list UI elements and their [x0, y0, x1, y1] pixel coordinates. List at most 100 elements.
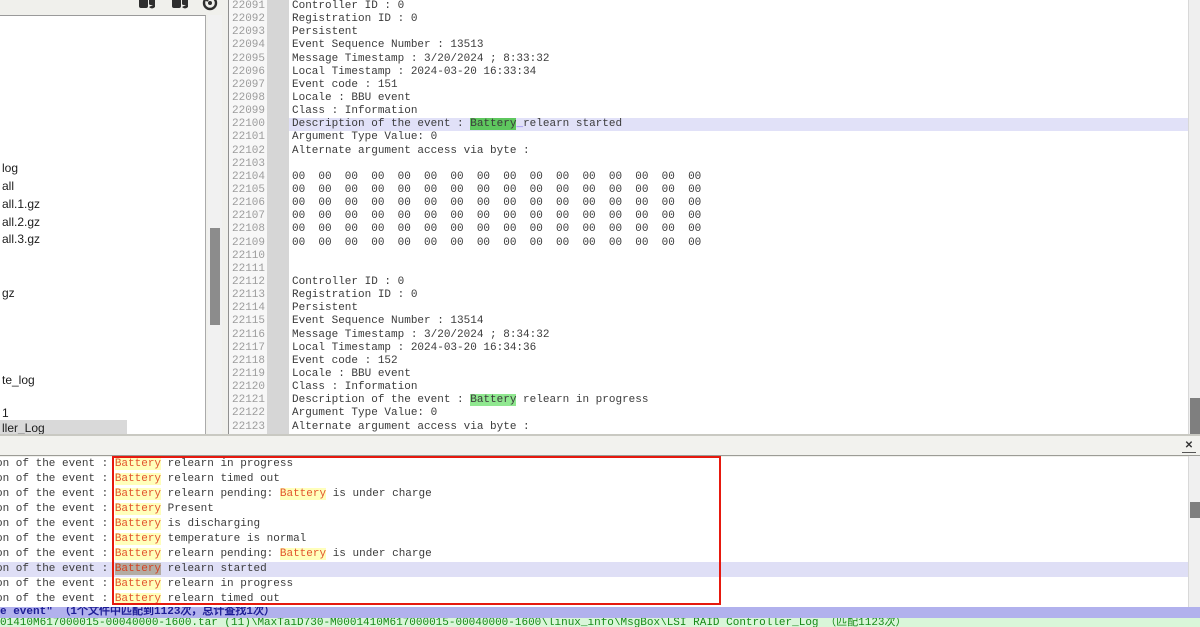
gutter-margin: [267, 0, 289, 13]
search-result-row[interactable]: on of the event : Battery is discharging: [0, 517, 1188, 532]
search-result-row[interactable]: on of the event : Battery relearn timed …: [0, 472, 1188, 487]
line-number: 22101: [229, 131, 267, 144]
results-scrollbar-thumb[interactable]: [1190, 502, 1200, 518]
file-tree-item[interactable]: all.3.gz: [0, 231, 40, 248]
file-tree-item[interactable]: ller_Log: [0, 420, 127, 434]
log-line: 22092 Registration ID : 0: [229, 13, 1188, 26]
line-text: Event Sequence Number : 13514: [289, 315, 1188, 328]
search-result-row[interactable]: on of the event : Battery relearn timed …: [0, 592, 1188, 607]
line-text: [289, 158, 1188, 171]
line-number: 22092: [229, 13, 267, 26]
gutter-margin: [267, 105, 289, 118]
file-tree-item[interactable]: log: [0, 160, 18, 177]
result-prefix: on of the event :: [0, 473, 115, 485]
line-number: 22105: [229, 184, 267, 197]
line-text: Controller ID : 0: [289, 0, 1188, 13]
log-line: 22096Local Timestamp : 2024-03-20 16:33:…: [229, 66, 1188, 79]
search-results-panel: on of the event : Battery relearn in pro…: [0, 457, 1188, 607]
export-log-2-icon[interactable]: [171, 0, 190, 12]
line-number: 22117: [229, 342, 267, 355]
search-result-row[interactable]: on of the event : Battery relearn pendin…: [0, 547, 1188, 562]
sidebar-scrollbar-thumb[interactable]: [210, 228, 220, 325]
line-number: 22094: [229, 39, 267, 52]
search-result-row[interactable]: on of the event : Battery relearn starte…: [0, 562, 1188, 577]
file-tree-item[interactable]: all: [0, 178, 14, 195]
line-text: Controller ID : 0: [289, 276, 1188, 289]
file-tree-item[interactable]: all.1.gz: [0, 196, 40, 213]
gutter-margin: [267, 131, 289, 144]
line-text: 00 00 00 00 00 00 00 00 00 00 00 00 00 0…: [289, 184, 1188, 197]
line-text: 00 00 00 00 00 00 00 00 00 00 00 00 00 0…: [289, 210, 1188, 223]
search-result-row[interactable]: on of the event : Battery relearn pendin…: [0, 487, 1188, 502]
log-line: 22091Controller ID : 0: [229, 0, 1188, 13]
line-number: 22102: [229, 145, 267, 158]
log-line: 22094Event Sequence Number : 13513: [229, 39, 1188, 52]
gutter-margin: [267, 237, 289, 250]
file-tree-item[interactable]: all.2.gz: [0, 214, 40, 231]
line-number: 22111: [229, 263, 267, 276]
line-number: 22093: [229, 26, 267, 39]
gutter-margin: [267, 315, 289, 328]
result-match: Battery: [115, 518, 161, 530]
locate-icon[interactable]: [200, 0, 220, 12]
log-line: 22093Persistent: [229, 26, 1188, 39]
line-text: Class : Information: [289, 105, 1188, 118]
gutter-margin: [267, 407, 289, 420]
log-line: 22121Description of the event : Battery …: [229, 394, 1188, 407]
log-line: 22117 Local Timestamp : 2024-03-20 16:34:…: [229, 342, 1188, 355]
panel-divider[interactable]: ✕: [0, 434, 1200, 456]
gutter-margin: [267, 276, 289, 289]
line-text: Description of the event : Battery relea…: [289, 394, 1188, 407]
line-text: Local Timestamp : 2024-03-20 16:34:36: [289, 342, 1188, 355]
line-text: Class : Information: [289, 381, 1188, 394]
search-result-row[interactable]: on of the event : Battery temperature is…: [0, 532, 1188, 547]
result-prefix: on of the event :: [0, 488, 115, 500]
result-prefix: on of the event :: [0, 593, 115, 605]
highlighted-match: Battery: [470, 394, 516, 406]
result-prefix: on of the event :: [0, 578, 115, 590]
log-line: 22103: [229, 158, 1188, 171]
gutter-margin: [267, 158, 289, 171]
log-line: 22114Persistent: [229, 302, 1188, 315]
sidebar-scrollbar[interactable]: [208, 15, 222, 434]
gutter-margin: [267, 145, 289, 158]
line-text: [289, 250, 1188, 263]
line-text: Alternate argument access via byte :: [289, 421, 1188, 434]
search-result-row[interactable]: on of the event : Battery relearn in pro…: [0, 457, 1188, 472]
close-icon[interactable]: ✕: [1182, 440, 1196, 453]
line-number: 22104: [229, 171, 267, 184]
result-prefix: on of the event :: [0, 563, 115, 575]
log-line: 22097Event code : 151: [229, 79, 1188, 92]
result-match: Battery: [280, 548, 326, 560]
export-log-icon[interactable]: [138, 0, 157, 12]
gutter-margin: [267, 79, 289, 92]
gutter-margin: [267, 118, 289, 131]
line-text: Event code : 152: [289, 355, 1188, 368]
file-tree-panel: logallall.1.gzall.2.gzall.3.gzgzte_log1l…: [0, 15, 206, 434]
log-line: 22113Registration ID : 0: [229, 289, 1188, 302]
search-result-row[interactable]: on of the event : Battery relearn in pro…: [0, 577, 1188, 592]
line-text: Message Timestamp : 3/20/2024 ; 8:34:32: [289, 329, 1188, 342]
log-viewer-window: logallall.1.gzall.2.gzall.3.gzgzte_log1l…: [0, 0, 1200, 627]
line-text: Argument Type Value: 0: [289, 131, 1188, 144]
line-text: Message Timestamp : 3/20/2024 ; 8:33:32: [289, 53, 1188, 66]
log-line: 22119Locale : BBU event: [229, 368, 1188, 381]
results-scrollbar[interactable]: [1188, 456, 1200, 607]
log-line: 22123Alternate argument access via byte …: [229, 421, 1188, 434]
line-number: 22115: [229, 315, 267, 328]
log-line: 22101 Argument Type Value: 0: [229, 131, 1188, 144]
gutter-margin: [267, 381, 289, 394]
line-text: Locale : BBU event: [289, 92, 1188, 105]
result-match: Battery: [115, 488, 161, 500]
search-result-row[interactable]: on of the event : Battery Present: [0, 502, 1188, 517]
file-tree-item[interactable]: te_log: [0, 372, 35, 389]
line-number: 22108: [229, 223, 267, 236]
line-text: Persistent: [289, 302, 1188, 315]
editor-scrollbar[interactable]: [1188, 0, 1200, 434]
line-text: Registration ID : 0: [289, 13, 1188, 26]
editor-scrollbar-thumb[interactable]: [1190, 398, 1200, 434]
line-text: Local Timestamp : 2024-03-20 16:33:34: [289, 66, 1188, 79]
file-tree-item[interactable]: gz: [0, 285, 15, 302]
line-text: 00 00 00 00 00 00 00 00 00 00 00 00 00 0…: [289, 171, 1188, 184]
gutter-margin: [267, 171, 289, 184]
